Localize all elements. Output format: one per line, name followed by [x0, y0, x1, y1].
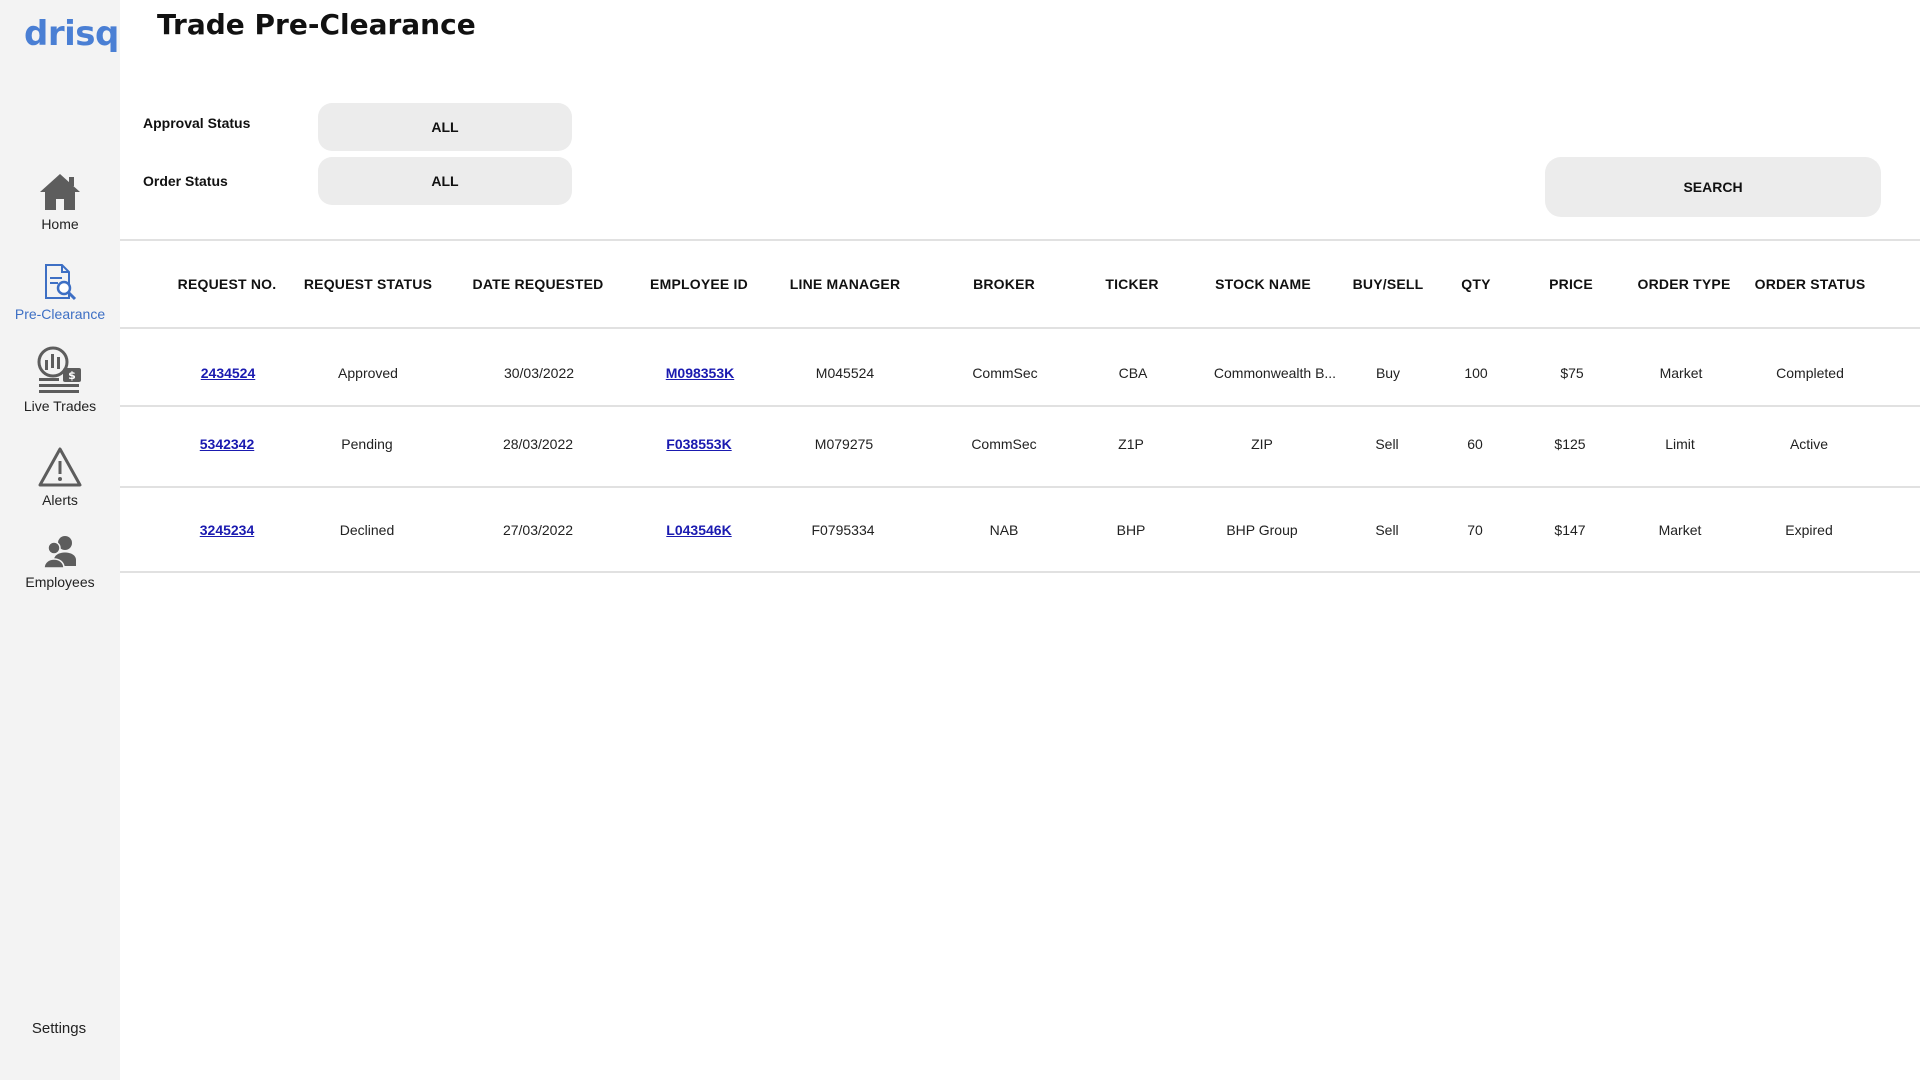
column-header-price[interactable]: PRICE [1549, 276, 1593, 292]
column-header-request-no[interactable]: REQUEST NO. [178, 276, 277, 292]
sidebar: drisq Home Pre-Clearance $ Live Trades A… [0, 0, 120, 1080]
document-search-icon [45, 264, 77, 301]
request-number-link[interactable]: 5342342 [200, 436, 255, 452]
ticker-cell: Z1P [1118, 436, 1144, 452]
column-header-ticker[interactable]: TICKER [1105, 276, 1158, 292]
price-cell: $147 [1554, 522, 1586, 538]
column-header-buy-sell[interactable]: BUY/SELL [1353, 276, 1424, 292]
sidebar-item-label: Employees [25, 574, 95, 590]
sidebar-item-live-trades[interactable]: $ Live Trades [0, 344, 120, 414]
order-type-cell: Limit [1665, 436, 1695, 452]
sidebar-item-label: Pre-Clearance [14, 306, 106, 322]
column-header-request-status[interactable]: REQUEST STATUS [304, 276, 432, 292]
approval-status-dropdown[interactable]: ALL [318, 103, 572, 151]
table-divider [120, 327, 1920, 329]
sidebar-item-alerts[interactable]: Alerts [0, 446, 120, 508]
app-logo[interactable]: drisq [24, 14, 119, 54]
sidebar-item-settings[interactable]: Settings [0, 1020, 118, 1037]
request-number-link[interactable]: 2434524 [201, 365, 256, 381]
buy-sell-cell: Sell [1375, 522, 1399, 538]
stock-name-cell: Commonwealth B... [1213, 365, 1337, 381]
ticker-cell: CBA [1118, 365, 1148, 381]
qty-cell: 70 [1467, 522, 1483, 538]
sidebar-item-label: Home [41, 216, 79, 232]
line-manager-cell: M045524 [815, 365, 875, 381]
column-header-qty[interactable]: QTY [1461, 276, 1490, 292]
column-header-order-type[interactable]: ORDER TYPE [1637, 276, 1730, 292]
buy-sell-cell: Buy [1375, 365, 1401, 381]
table-divider [120, 239, 1920, 241]
request-number-link[interactable]: 3245234 [200, 522, 255, 538]
qty-cell: 60 [1467, 436, 1483, 452]
line-manager-cell: F0795334 [811, 522, 875, 538]
column-header-order-status[interactable]: ORDER STATUS [1755, 276, 1866, 292]
table-divider [120, 405, 1920, 407]
column-header-line-manager[interactable]: LINE MANAGER [790, 276, 901, 292]
broker-cell: CommSec [971, 436, 1037, 452]
request-status-cell: Declined [339, 522, 395, 538]
price-cell: $75 [1560, 365, 1584, 381]
employee-id-link[interactable]: F038553K [666, 436, 731, 452]
buy-sell-cell: Sell [1375, 436, 1399, 452]
stock-name-cell: BHP Group [1226, 522, 1298, 538]
page-title: Trade Pre-Clearance [157, 8, 476, 41]
column-header-date-requested[interactable]: DATE REQUESTED [473, 276, 604, 292]
home-icon [40, 174, 80, 210]
order-status-cell: Completed [1776, 365, 1844, 381]
order-status-cell: Expired [1785, 522, 1833, 538]
users-icon [43, 536, 76, 569]
order-status-dropdown[interactable]: ALL [318, 157, 572, 205]
sidebar-item-home[interactable]: Home [0, 172, 120, 232]
column-header-stock-name[interactable]: STOCK NAME [1215, 276, 1311, 292]
qty-cell: 100 [1464, 365, 1488, 381]
search-button[interactable]: SEARCH [1545, 157, 1881, 217]
stock-name-cell: ZIP [1251, 436, 1273, 452]
sidebar-item-pre-clearance[interactable]: Pre-Clearance [0, 262, 120, 322]
table-divider [120, 486, 1920, 488]
order-type-cell: Market [1658, 522, 1702, 538]
svg-text:$: $ [68, 369, 76, 382]
order-status-label: Order Status [143, 173, 228, 189]
column-header-broker[interactable]: BROKER [973, 276, 1035, 292]
order-status-cell: Active [1789, 436, 1829, 452]
date-requested-cell: 30/03/2022 [503, 365, 575, 381]
date-requested-cell: 27/03/2022 [502, 522, 574, 538]
sidebar-item-label: Alerts [42, 492, 78, 508]
order-type-cell: Market [1659, 365, 1703, 381]
approval-status-label: Approval Status [143, 115, 251, 131]
price-cell: $125 [1554, 436, 1586, 452]
live-trades-icon: $ [37, 346, 81, 393]
request-status-cell: Pending [341, 436, 393, 452]
warning-icon [38, 447, 82, 487]
sidebar-item-label: Live Trades [23, 398, 97, 414]
table-divider [120, 571, 1920, 573]
broker-cell: CommSec [972, 365, 1038, 381]
ticker-cell: BHP [1116, 522, 1146, 538]
sidebar-item-employees[interactable]: Employees [0, 534, 120, 590]
broker-cell: NAB [989, 522, 1019, 538]
line-manager-cell: M079275 [814, 436, 874, 452]
employee-id-link[interactable]: L043546K [666, 522, 731, 538]
employee-id-link[interactable]: M098353K [666, 365, 735, 381]
column-header-employee-id[interactable]: EMPLOYEE ID [650, 276, 748, 292]
date-requested-cell: 28/03/2022 [502, 436, 574, 452]
request-status-cell: Approved [338, 365, 398, 381]
